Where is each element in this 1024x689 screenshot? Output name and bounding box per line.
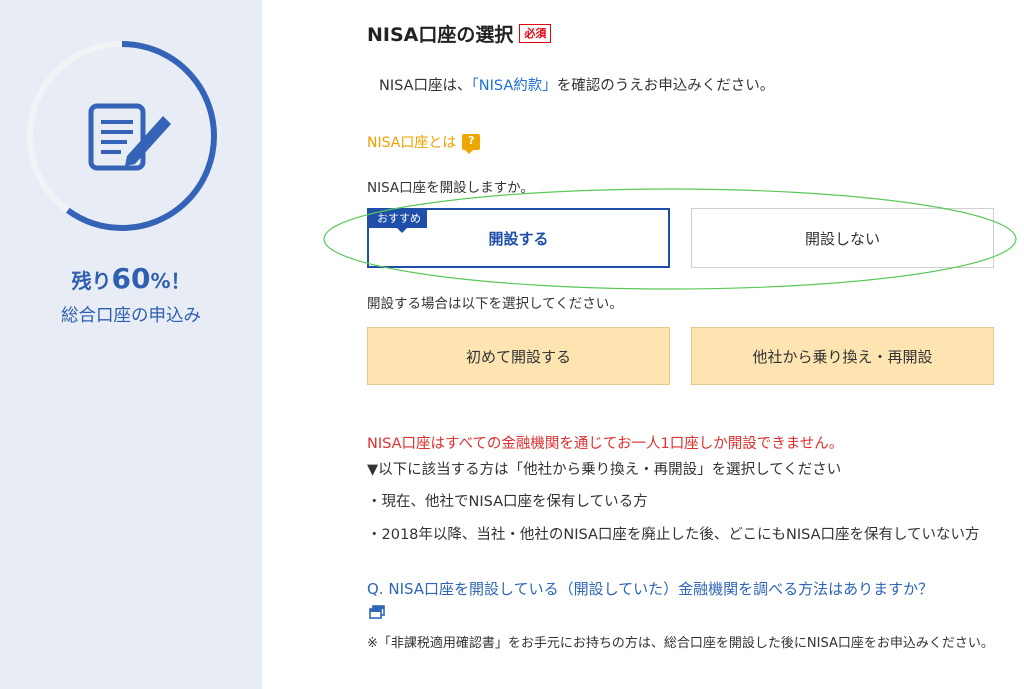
remaining-suffix: %！ — [150, 269, 191, 293]
what-is-nisa-label[interactable]: NISA口座とは — [367, 132, 456, 152]
required-badge: 必須 — [519, 24, 552, 43]
info-line-1: ▼以下に該当する方は「他社から乗り換え・再開設」を選択してください — [367, 462, 842, 478]
first-time-button[interactable]: 初めて開設する — [367, 327, 670, 385]
main-content: NISA口座の選択 必須 NISA口座は、「NISA約款」を確認のうえお申込みく… — [323, 0, 1017, 689]
open-nisa-button[interactable]: おすすめ 開設する — [367, 208, 670, 268]
footnote: ※「非課税適用確認書」をお手元にお持ちの方は、総合口座を開設した後にNISA口座… — [367, 636, 994, 651]
question-icon[interactable]: ? — [462, 134, 481, 154]
do-not-open-button[interactable]: 開設しない — [691, 208, 994, 268]
transfer-button[interactable]: 他社から乗り換え・再開設 — [691, 327, 994, 385]
info-line-2: ・現在、他社でNISA口座を保有している方 — [367, 494, 648, 510]
new-window-icon[interactable] — [369, 604, 385, 619]
info-line-3: ・2018年以降、当社・他社のNISA口座を廃止した後、どこにもNISA口座を保… — [367, 527, 980, 543]
one-account-warning: NISA口座はすべての金融機関を通じてお一人1口座しか開設できません。 — [367, 436, 844, 452]
intro-text: NISA口座は、「NISA約款」を確認のうえお申込みください。 — [379, 74, 774, 95]
recommend-tag: おすすめ — [369, 210, 427, 233]
intro-prefix: NISA口座は、 — [379, 78, 472, 94]
section-title: NISA口座の選択 — [367, 24, 514, 46]
application-title: 総合口座の申込み — [61, 306, 201, 326]
transfer-label[interactable]: 他社から乗り換え・再開設 — [752, 346, 932, 367]
do-not-open-label[interactable]: 開設しない — [805, 228, 880, 249]
document-edit-icon — [87, 100, 177, 175]
faq-link[interactable]: Q. NISA口座を開設している（開設していた）金融機関を調べる方法はありますか… — [367, 578, 933, 599]
remaining-value: 60 — [111, 262, 151, 295]
progress-remaining: 残り60%！ — [0, 262, 262, 295]
open-question: NISA口座を開設しますか。 — [367, 180, 534, 196]
sidebar: 残り60%！ 総合口座の申込み — [0, 0, 262, 689]
what-is-nisa-link[interactable]: NISA口座とは ? — [367, 132, 481, 154]
section-header: NISA口座の選択 必須 — [367, 20, 552, 47]
select-note: 開設する場合は以下を選択してください。 — [367, 296, 623, 312]
nisa-terms-link[interactable]: 「NISA約款」 — [472, 78, 557, 94]
intro-suffix: を確認のうえお申込みください。 — [556, 78, 775, 94]
first-time-label[interactable]: 初めて開設する — [466, 346, 571, 367]
remaining-prefix: 残り — [71, 269, 112, 293]
open-nisa-label[interactable]: 開設する — [488, 228, 548, 249]
